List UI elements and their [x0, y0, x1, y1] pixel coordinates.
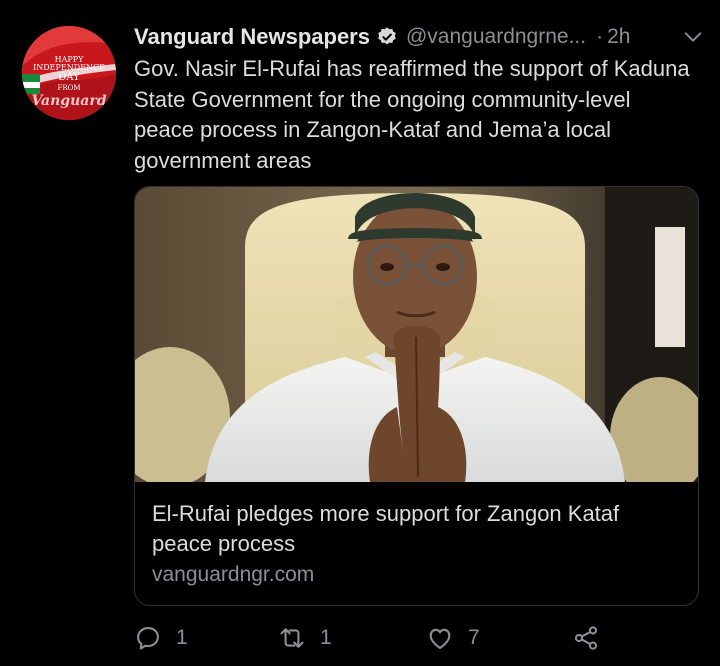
retweet-count: 1: [320, 626, 332, 649]
separator-dot: ·: [596, 25, 604, 48]
timestamp[interactable]: 2h: [607, 25, 630, 49]
retweet-icon: [280, 628, 304, 648]
share-button[interactable]: [572, 620, 600, 656]
avatar-line-from: FROM: [57, 84, 81, 92]
display-name[interactable]: Vanguard Newspapers: [134, 24, 370, 50]
heart-icon: [429, 628, 451, 649]
reply-count: 1: [176, 626, 188, 649]
avatar-line-independence: INDEPENDENCE: [33, 63, 105, 72]
link-card[interactable]: El-Rufai pledges more support for Zangon…: [134, 186, 699, 606]
handle[interactable]: @vanguardngrne...: [406, 25, 586, 49]
tweet-text: Gov. Nasir El-Rufai has reaffirmed the s…: [134, 56, 690, 173]
tweet-header: Vanguard Newspapers @vanguardngrne... · …: [134, 22, 704, 52]
like-count: 7: [468, 626, 480, 649]
chevron-down-icon[interactable]: [682, 26, 704, 48]
reply-icon: [137, 627, 159, 650]
like-button[interactable]: 7: [426, 620, 480, 656]
avatar-line-day: DAY: [58, 72, 80, 83]
retweet-button[interactable]: 1: [278, 620, 332, 656]
share-icon: [574, 626, 598, 650]
tweet[interactable]: HAPPY INDEPENDENCE DAY FROM Vanguard Van…: [0, 0, 720, 666]
action-bar: 1 1 7: [134, 620, 614, 656]
card-image[interactable]: [135, 187, 698, 482]
verified-badge-icon: [376, 26, 398, 48]
avatar[interactable]: HAPPY INDEPENDENCE DAY FROM Vanguard: [22, 26, 116, 120]
reply-button[interactable]: 1: [134, 620, 188, 656]
card-domain: vanguardngr.com: [152, 563, 315, 586]
vanguard-logo: Vanguard: [31, 93, 107, 109]
card-title[interactable]: El-Rufai pledges more support for Zangon…: [152, 499, 672, 559]
